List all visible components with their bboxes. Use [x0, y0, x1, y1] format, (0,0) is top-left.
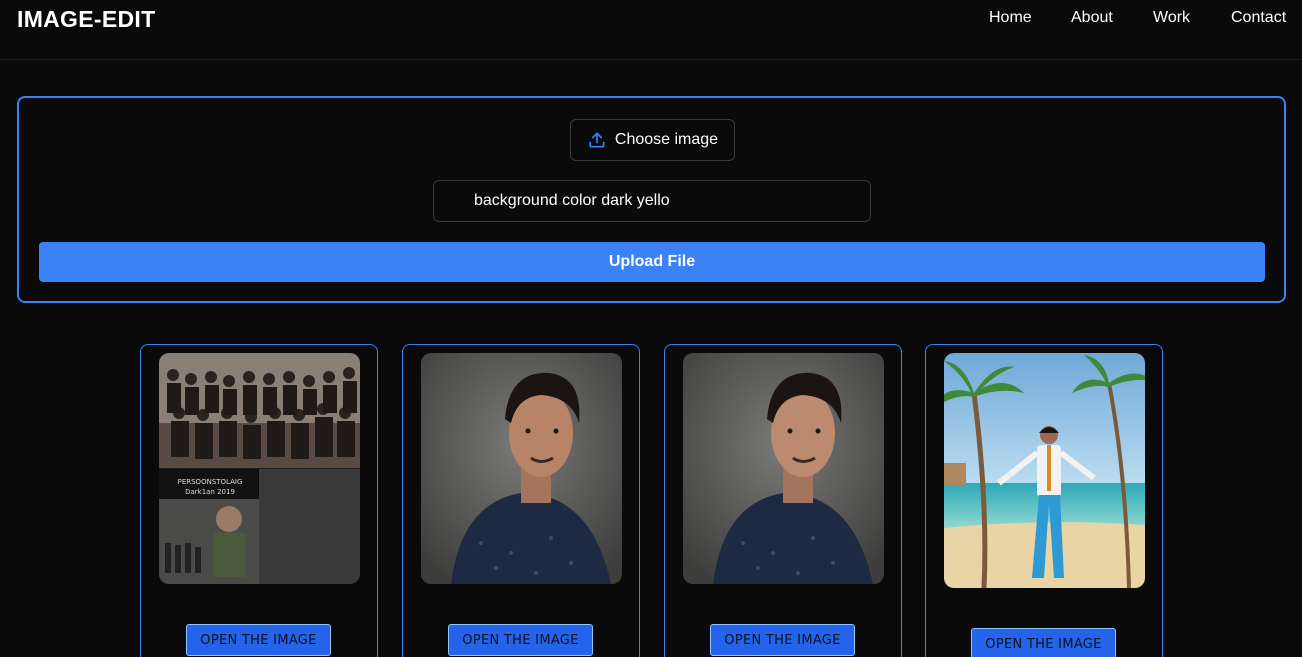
- brand-logo[interactable]: IMAGE-EDIT: [17, 6, 155, 33]
- open-image-button[interactable]: OPEN THE IMAGE: [186, 624, 331, 656]
- gallery-card: OPEN THE IMAGE: [402, 344, 640, 657]
- gallery-card: OPEN THE IMAGE: [664, 344, 902, 657]
- nav-work-link[interactable]: Work: [1153, 9, 1190, 27]
- upload-panel: Choose image background color dark yello…: [17, 96, 1286, 303]
- upload-file-button[interactable]: Upload File: [39, 242, 1265, 282]
- upload-icon: [587, 130, 607, 150]
- choose-image-label: Choose image: [614, 131, 719, 148]
- group-collage-image[interactable]: PERSOONSTOLAIG Dark1an 2019: [159, 353, 360, 584]
- collage-caption-line-2: Dark1an 2019: [185, 488, 235, 496]
- portrait-image[interactable]: [683, 353, 884, 584]
- open-image-button[interactable]: OPEN THE IMAGE: [448, 624, 593, 656]
- open-image-button[interactable]: OPEN THE IMAGE: [710, 624, 855, 656]
- nav-about-link[interactable]: About: [1071, 9, 1113, 27]
- portrait-image[interactable]: [421, 353, 622, 584]
- navbar: IMAGE-EDIT Home About Work Contact: [0, 0, 1302, 60]
- collage-caption-line-1: PERSOONSTOLAIG: [177, 478, 243, 486]
- nav-home-link[interactable]: Home: [989, 9, 1032, 27]
- prompt-input[interactable]: background color dark yello: [433, 180, 871, 222]
- gallery-card: OPEN THE IMAGE: [925, 344, 1163, 657]
- gallery-card: PERSOONSTOLAIG Dark1an 2019 OPEN THE IMA…: [140, 344, 378, 657]
- nav-contact-link[interactable]: Contact: [1231, 9, 1286, 27]
- open-image-button[interactable]: OPEN THE IMAGE: [971, 628, 1116, 657]
- beach-image[interactable]: [944, 353, 1145, 588]
- choose-image-button[interactable]: Choose image: [570, 119, 735, 161]
